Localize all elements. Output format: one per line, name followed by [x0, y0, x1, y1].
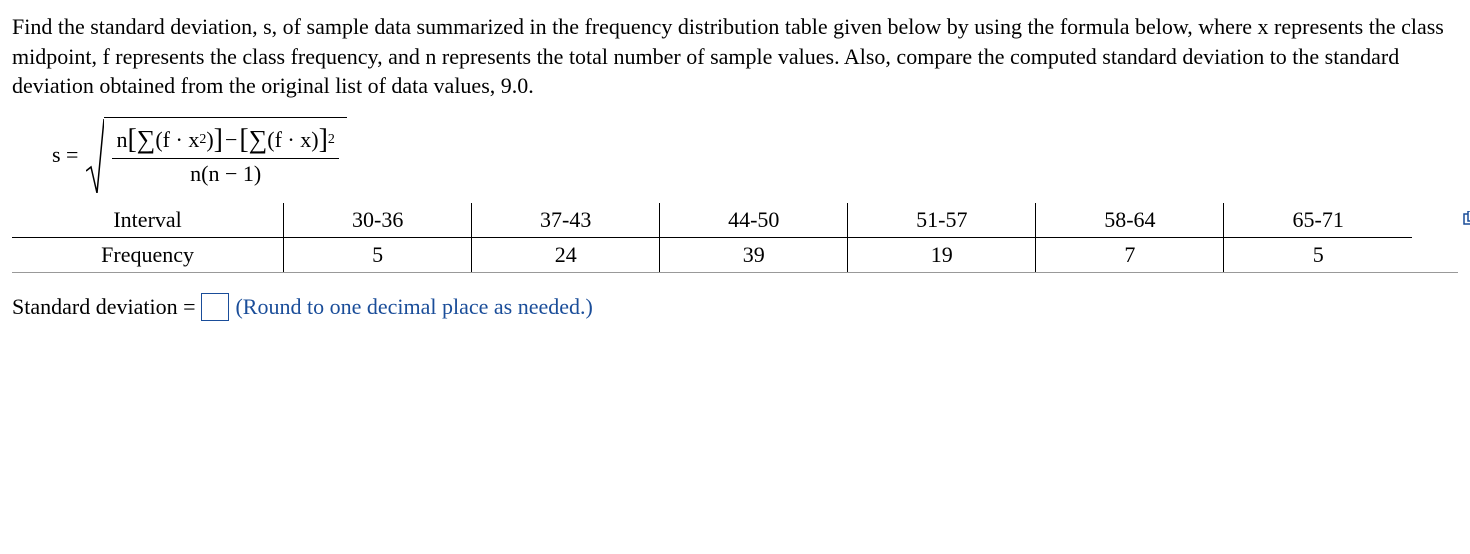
num-fx2-sup: 2	[199, 132, 206, 148]
sigma-icon: ∑	[249, 125, 268, 155]
num-square-sup: 2	[328, 132, 335, 148]
frequency-table-wrapper: Interval 30-36 37-43 44-50 51-57 58-64 6…	[12, 203, 1458, 273]
frequency-cell: 19	[848, 238, 1036, 273]
num-fx2-close: )	[206, 127, 213, 153]
interval-cell: 58-64	[1036, 203, 1224, 238]
frequency-cell: 7	[1036, 238, 1224, 273]
frequency-cell: 39	[660, 238, 848, 273]
frequency-cell: 5	[284, 238, 472, 273]
answer-hint: (Round to one decimal place as needed.)	[235, 294, 592, 320]
table-row: Interval 30-36 37-43 44-50 51-57 58-64 6…	[12, 203, 1412, 238]
numerator: n [ ∑ (f · x2) ] − [ ∑ (f · x) ]2	[112, 122, 338, 158]
interval-cell: 44-50	[660, 203, 848, 238]
frequency-cell: 5	[1224, 238, 1412, 273]
table-row: Frequency 5 24 39 19 7 5	[12, 238, 1412, 273]
bracket-close-icon: ]	[214, 124, 223, 156]
bracket-open-icon: [	[239, 124, 248, 156]
denominator: n(n − 1)	[186, 159, 265, 189]
bracket-open-icon: [	[127, 124, 136, 156]
num-fx: (f · x)	[267, 127, 318, 153]
answer-row: Standard deviation = (Round to one decim…	[12, 293, 1458, 321]
num-fx2: (f · x	[155, 127, 199, 153]
standard-deviation-input[interactable]	[201, 293, 229, 321]
popup-icon[interactable]	[1462, 207, 1470, 223]
table-bottom-divider	[12, 272, 1458, 273]
sigma-icon: ∑	[137, 125, 156, 155]
minus-sign: −	[223, 127, 239, 153]
fraction: n [ ∑ (f · x2) ] − [ ∑ (f · x) ]2 n(n − …	[112, 122, 338, 189]
frequency-label: Frequency	[12, 238, 284, 273]
interval-cell: 51-57	[848, 203, 1036, 238]
problem-statement: Find the standard deviation, s, of sampl…	[12, 12, 1458, 101]
bracket-close-icon: ]	[319, 124, 328, 156]
answer-label: Standard deviation =	[12, 294, 195, 320]
frequency-cell: 24	[472, 238, 660, 273]
frequency-table: Interval 30-36 37-43 44-50 51-57 58-64 6…	[12, 203, 1412, 272]
formula-lhs: s =	[52, 142, 78, 168]
radical-sign-icon	[86, 117, 104, 193]
num-n: n	[116, 127, 127, 153]
interval-cell: 65-71	[1224, 203, 1412, 238]
interval-label: Interval	[12, 203, 284, 238]
interval-cell: 37-43	[472, 203, 660, 238]
formula: s = n [ ∑ (f · x2) ] − [ ∑ (f · x) ]2	[52, 117, 1458, 193]
interval-cell: 30-36	[284, 203, 472, 238]
square-root: n [ ∑ (f · x2) ] − [ ∑ (f · x) ]2 n(n − …	[86, 117, 346, 193]
